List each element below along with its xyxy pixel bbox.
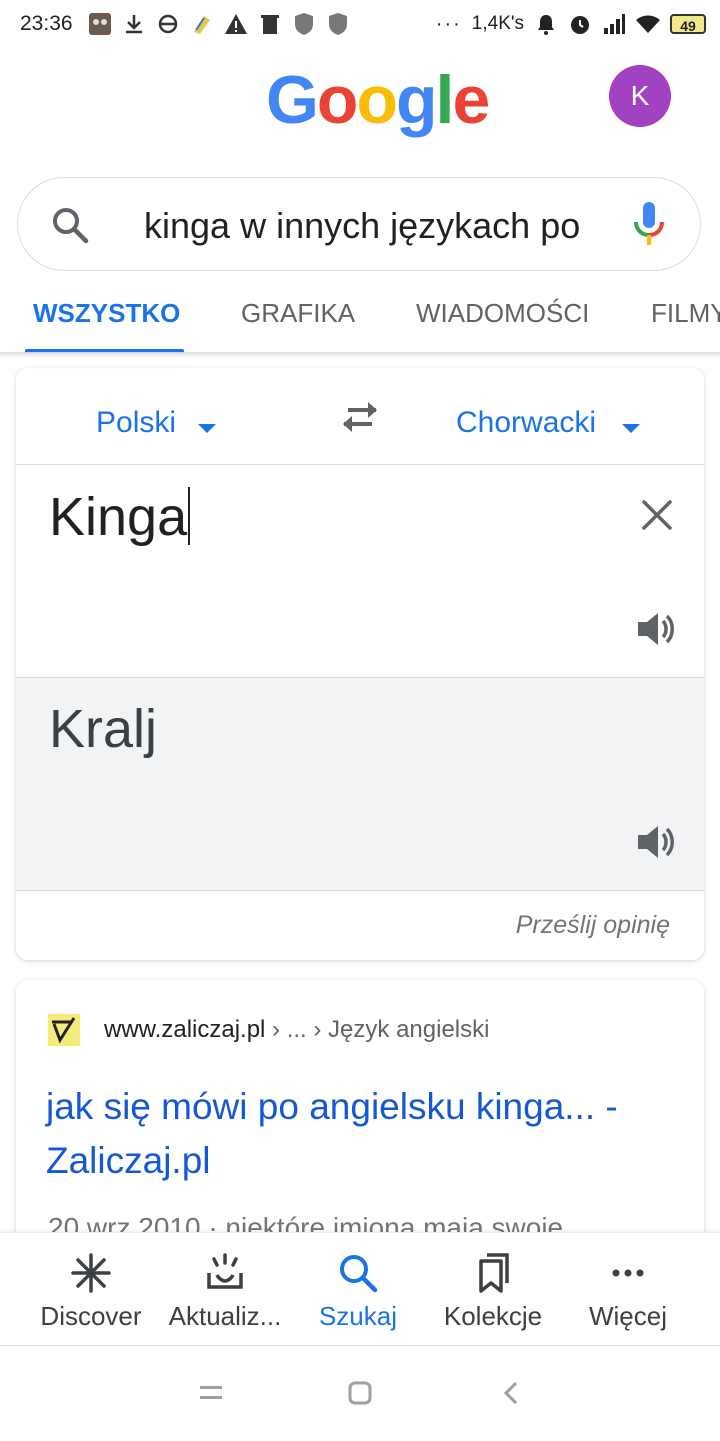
chevron-down-icon[interactable] [198,424,216,433]
app-thumbnail-icon [89,13,111,35]
network-speed: 1,4K's [471,13,524,34]
nav-label: Więcej [588,1301,667,1331]
mute-bell-icon [538,15,554,35]
logo-letter: o [316,62,359,138]
speaker-icon[interactable] [634,607,678,651]
translated-text: Kralj [49,699,158,759]
status-bar: 23:36 ··· 1,4K's 49 [0,0,720,50]
bottom-navigation: Discover Aktualiz... Szukaj Kolekcje Wię… [0,1232,720,1345]
download-icon [126,15,142,34]
logo-letter: o [356,62,398,138]
search-icon [340,1255,378,1293]
nav-updates[interactable]: Aktualiz... [153,1251,297,1332]
translate-card: Polski Chorwacki Kinga Kralj Prześlij op… [16,368,704,960]
home-icon[interactable] [347,1380,373,1406]
badge-icon [194,16,210,34]
overflow-dots: ··· [435,12,462,35]
back-icon[interactable] [500,1380,522,1406]
nav-discover[interactable]: Discover [19,1251,163,1332]
nav-search[interactable]: Szukaj [286,1251,430,1332]
updates-icon [207,1253,243,1289]
bookmarks-icon [479,1253,509,1293]
result-site: www.zaliczaj.pl [104,1016,266,1043]
search-tabs: WSZYSTKO GRAFIKA WIADOMOŚCI FILMY [0,280,720,353]
shield-icon [295,13,313,35]
target-language-select[interactable]: Chorwacki [456,406,596,440]
tab-wszystko[interactable]: WSZYSTKO [33,298,180,329]
feedback-link[interactable]: Prześlij opinię [516,911,670,940]
divider [16,464,704,465]
chevron-down-icon[interactable] [622,424,640,433]
logo-letter: l [435,62,455,138]
tab-grafika[interactable]: GRAFIKA [241,298,355,329]
signal-icon [604,14,625,34]
status-time: 23:36 [20,12,73,35]
source-text-input[interactable]: Kinga [49,486,191,548]
nav-label: Szukaj [318,1301,398,1331]
sync-icon [158,14,178,34]
shield-icon [329,13,347,35]
tabs-shadow [0,352,720,358]
speaker-icon[interactable] [634,820,678,864]
swap-languages-icon[interactable] [338,398,382,436]
nav-label: Aktualiz... [168,1301,282,1331]
more-icon [612,1269,644,1277]
nav-more[interactable]: Więcej [556,1251,700,1332]
logo-letter: g [396,62,438,138]
tab-wiadomosci[interactable]: WIADOMOŚCI [416,298,589,329]
notification-icons [88,12,350,36]
site-favicon [48,1014,80,1046]
system-navigation-bar [0,1345,720,1441]
google-logo[interactable]: Google [266,62,490,138]
nav-label: Kolekcje [443,1301,543,1331]
account-avatar[interactable]: K [609,65,671,127]
nav-collections[interactable]: Kolekcje [421,1251,565,1332]
source-text: Kinga [49,487,188,547]
menu-icon[interactable] [198,1382,224,1404]
warning-icon [225,14,247,34]
logo-letter: e [452,62,490,138]
divider [16,890,704,891]
source-language-select[interactable]: Polski [96,406,176,440]
result-breadcrumb[interactable]: www.zaliczaj.pl › ... › Język angielski [104,1016,489,1044]
wifi-icon [636,15,660,33]
result-title-link[interactable]: jak się mówi po angielsku kinga... - Zal… [46,1080,686,1188]
text-cursor [188,487,191,545]
logo-letter: G [266,62,319,138]
result-path: › ... › Język angielski [265,1016,490,1043]
close-icon[interactable] [640,498,674,532]
trash-icon [261,15,279,34]
status-right: ··· 1,4K's 49 [436,12,706,36]
tab-filmy[interactable]: FILMY [651,298,720,329]
search-icon[interactable] [50,205,90,245]
microphone-icon[interactable] [632,200,666,248]
asterisk-icon [71,1253,111,1293]
search-input[interactable]: kinga w innych językach po [144,203,586,249]
nav-label: Discover [40,1301,142,1331]
battery-icon: 49 [670,14,706,34]
alarm-icon [571,16,589,34]
